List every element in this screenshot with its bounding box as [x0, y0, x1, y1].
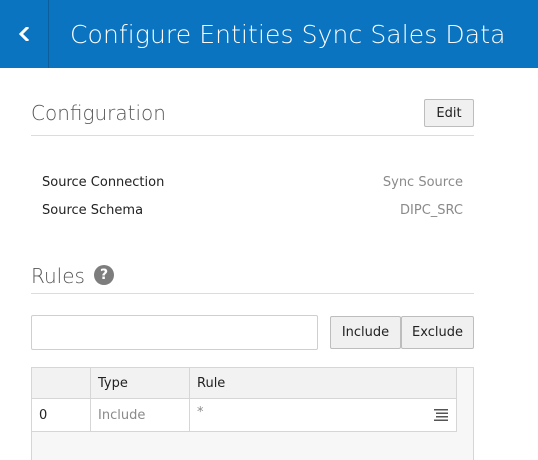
row-index-cell: 0	[32, 399, 91, 432]
table-header-row: Type Rule	[32, 368, 457, 399]
row-rule-cell: *	[190, 399, 457, 432]
rules-heading: Rules	[31, 264, 85, 288]
source-connection-row: Source Connection Sync Source	[42, 172, 463, 192]
configuration-heading: Configuration	[31, 101, 166, 125]
page-header: Configure Entities Sync Sales Data	[0, 0, 538, 68]
row-rule-value: *	[197, 404, 204, 420]
include-button[interactable]: Include	[330, 316, 401, 349]
menu-lines-icon[interactable]	[434, 409, 448, 421]
type-column-header: Type	[91, 368, 190, 399]
source-schema-label: Source Schema	[42, 202, 144, 218]
row-type-cell: Include	[91, 399, 190, 432]
source-schema-value: DIPC_SRC	[400, 202, 463, 218]
rules-divider	[31, 293, 474, 294]
rule-column-header: Rule	[190, 368, 457, 399]
source-connection-label: Source Connection	[42, 174, 165, 190]
page-title: Configure Entities Sync Sales Data	[70, 19, 506, 49]
source-connection-value: Sync Source	[382, 174, 463, 190]
rule-input[interactable]	[31, 315, 318, 350]
index-column-header	[32, 368, 91, 399]
chevron-left-icon	[18, 27, 30, 41]
back-button[interactable]	[0, 0, 49, 68]
source-schema-row: Source Schema DIPC_SRC	[42, 200, 463, 220]
configuration-divider	[31, 135, 474, 136]
edit-button[interactable]: Edit	[424, 99, 474, 127]
table-row[interactable]: 0 Include *	[32, 399, 457, 432]
exclude-button[interactable]: Exclude	[401, 316, 474, 349]
question-circle-icon[interactable]: ?	[94, 265, 114, 285]
rules-table: Type Rule 0 Include *	[31, 367, 474, 460]
